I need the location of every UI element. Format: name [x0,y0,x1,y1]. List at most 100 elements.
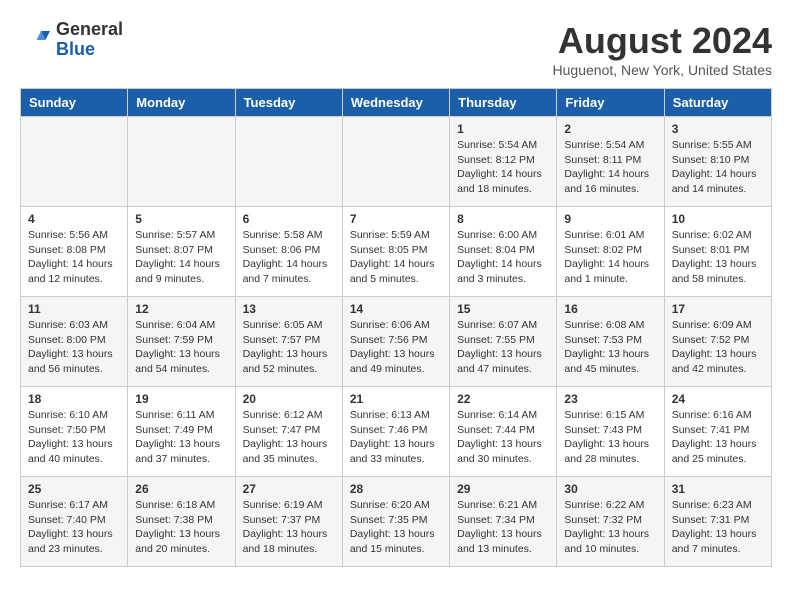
calendar-cell [128,117,235,207]
day-number: 5 [135,212,227,226]
weekday-header-sunday: Sunday [21,89,128,117]
week-row-4: 18Sunrise: 6:10 AM Sunset: 7:50 PM Dayli… [21,387,772,477]
calendar-cell: 10Sunrise: 6:02 AM Sunset: 8:01 PM Dayli… [664,207,771,297]
day-info: Sunrise: 5:54 AM Sunset: 8:12 PM Dayligh… [457,138,549,197]
day-info: Sunrise: 6:06 AM Sunset: 7:56 PM Dayligh… [350,318,442,377]
day-info: Sunrise: 6:18 AM Sunset: 7:38 PM Dayligh… [135,498,227,557]
day-number: 25 [28,482,120,496]
day-number: 20 [243,392,335,406]
weekday-header-thursday: Thursday [450,89,557,117]
day-info: Sunrise: 6:23 AM Sunset: 7:31 PM Dayligh… [672,498,764,557]
day-number: 23 [564,392,656,406]
calendar-cell: 13 Sunrise: 6:05 AM Sunset: 7:57 PM Dayli… [235,297,342,387]
day-number: 10 [672,212,764,226]
calendar-cell: 7 Sunrise: 5:59 AM Sunset: 8:05 PM Daylig… [342,207,449,297]
calendar-cell: 31 Sunrise: 6:23 AM Sunset: 7:31 PM Dayli… [664,477,771,567]
day-info: Sunrise: 6:00 AM Sunset: 8:04 PM Dayligh… [457,228,549,287]
day-number: 13 [243,302,335,316]
day-info: Sunrise: 6:05 AM Sunset: 7:57 PM Dayligh… [243,318,335,377]
day-info: Sunrise: 6:01 AM Sunset: 8:02 PM Dayligh… [564,228,656,287]
day-info: Sunrise: 6:17 AM Sunset: 7:40 PM Dayligh… [28,498,120,557]
day-info: Sunrise: 6:12 AM Sunset: 7:47 PM Dayligh… [243,408,335,467]
day-number: 29 [457,482,549,496]
calendar-cell: 25 Sunrise: 6:17 AM Sunset: 7:40 PM Dayli… [21,477,128,567]
day-info: Sunrise: 6:07 AM Sunset: 7:55 PM Dayligh… [457,318,549,377]
calendar-cell: 28 Sunrise: 6:20 AM Sunset: 7:35 PM Dayli… [342,477,449,567]
day-number: 7 [350,212,442,226]
day-info: Sunrise: 6:22 AM Sunset: 7:32 PM Dayligh… [564,498,656,557]
day-info: Sunrise: 6:09 AM Sunset: 7:52 PM Dayligh… [672,318,764,377]
calendar-cell: 6Sunrise: 5:58 AM Sunset: 8:06 PM Daylig… [235,207,342,297]
week-row-1: 1 Sunrise: 5:54 AM Sunset: 8:12 PM Daylig… [21,117,772,207]
title-block: August 2024 Huguenot, New York, United S… [553,20,772,78]
weekday-header-tuesday: Tuesday [235,89,342,117]
week-row-2: 4 Sunrise: 5:56 AM Sunset: 8:08 PM Daylig… [21,207,772,297]
calendar-cell: 2 Sunrise: 5:54 AM Sunset: 8:11 PM Daylig… [557,117,664,207]
month-title: August 2024 [553,20,772,62]
calendar-cell: 15 Sunrise: 6:07 AM Sunset: 7:55 PM Dayli… [450,297,557,387]
calendar-cell: 14Sunrise: 6:06 AM Sunset: 7:56 PM Dayli… [342,297,449,387]
calendar-cell: 22 Sunrise: 6:14 AM Sunset: 7:44 PM Dayli… [450,387,557,477]
day-info: Sunrise: 5:57 AM Sunset: 8:07 PM Dayligh… [135,228,227,287]
logo-general: General [56,19,123,39]
day-info: Sunrise: 5:59 AM Sunset: 8:05 PM Dayligh… [350,228,442,287]
day-number: 9 [564,212,656,226]
calendar-cell [21,117,128,207]
day-info: Sunrise: 6:08 AM Sunset: 7:53 PM Dayligh… [564,318,656,377]
day-number: 17 [672,302,764,316]
calendar-cell [342,117,449,207]
weekday-header-row: SundayMondayTuesdayWednesdayThursdayFrid… [21,89,772,117]
calendar-cell: 30 Sunrise: 6:22 AM Sunset: 7:32 PM Dayli… [557,477,664,567]
day-info: Sunrise: 6:16 AM Sunset: 7:41 PM Dayligh… [672,408,764,467]
day-info: Sunrise: 6:20 AM Sunset: 7:35 PM Dayligh… [350,498,442,557]
weekday-header-wednesday: Wednesday [342,89,449,117]
day-number: 24 [672,392,764,406]
day-info: Sunrise: 6:11 AM Sunset: 7:49 PM Dayligh… [135,408,227,467]
day-info: Sunrise: 5:58 AM Sunset: 8:06 PM Dayligh… [243,228,335,287]
calendar-body: 1 Sunrise: 5:54 AM Sunset: 8:12 PM Daylig… [21,117,772,567]
day-number: 16 [564,302,656,316]
day-number: 1 [457,122,549,136]
day-number: 22 [457,392,549,406]
day-number: 8 [457,212,549,226]
day-number: 19 [135,392,227,406]
location: Huguenot, New York, United States [553,62,772,78]
day-number: 2 [564,122,656,136]
weekday-header-friday: Friday [557,89,664,117]
day-info: Sunrise: 5:54 AM Sunset: 8:11 PM Dayligh… [564,138,656,197]
calendar-cell: 20 Sunrise: 6:12 AM Sunset: 7:47 PM Dayli… [235,387,342,477]
day-number: 21 [350,392,442,406]
calendar-table: SundayMondayTuesdayWednesdayThursdayFrid… [20,88,772,567]
weekday-header-saturday: Saturday [664,89,771,117]
day-number: 30 [564,482,656,496]
calendar-cell: 18Sunrise: 6:10 AM Sunset: 7:50 PM Dayli… [21,387,128,477]
calendar-cell: 1 Sunrise: 5:54 AM Sunset: 8:12 PM Daylig… [450,117,557,207]
day-info: Sunrise: 5:56 AM Sunset: 8:08 PM Dayligh… [28,228,120,287]
calendar-cell: 9 Sunrise: 6:01 AM Sunset: 8:02 PM Daylig… [557,207,664,297]
logo-text: General Blue [56,20,123,60]
week-row-5: 25 Sunrise: 6:17 AM Sunset: 7:40 PM Dayli… [21,477,772,567]
day-number: 26 [135,482,227,496]
day-info: Sunrise: 6:03 AM Sunset: 8:00 PM Dayligh… [28,318,120,377]
day-number: 31 [672,482,764,496]
day-number: 11 [28,302,120,316]
day-info: Sunrise: 6:21 AM Sunset: 7:34 PM Dayligh… [457,498,549,557]
day-info: Sunrise: 6:10 AM Sunset: 7:50 PM Dayligh… [28,408,120,467]
calendar-cell: 16 Sunrise: 6:08 AM Sunset: 7:53 PM Dayli… [557,297,664,387]
calendar-cell: 12Sunrise: 6:04 AM Sunset: 7:59 PM Dayli… [128,297,235,387]
day-number: 28 [350,482,442,496]
day-info: Sunrise: 5:55 AM Sunset: 8:10 PM Dayligh… [672,138,764,197]
calendar-cell: 29 Sunrise: 6:21 AM Sunset: 7:34 PM Dayli… [450,477,557,567]
calendar-cell [235,117,342,207]
calendar-cell: 21 Sunrise: 6:13 AM Sunset: 7:46 PM Dayli… [342,387,449,477]
weekday-header-monday: Monday [128,89,235,117]
day-number: 15 [457,302,549,316]
calendar-cell: 4 Sunrise: 5:56 AM Sunset: 8:08 PM Daylig… [21,207,128,297]
day-number: 4 [28,212,120,226]
day-number: 3 [672,122,764,136]
day-info: Sunrise: 6:14 AM Sunset: 7:44 PM Dayligh… [457,408,549,467]
day-number: 27 [243,482,335,496]
week-row-3: 11 Sunrise: 6:03 AM Sunset: 8:00 PM Dayli… [21,297,772,387]
day-info: Sunrise: 6:13 AM Sunset: 7:46 PM Dayligh… [350,408,442,467]
page-header: General Blue August 2024 Huguenot, New Y… [20,20,772,78]
